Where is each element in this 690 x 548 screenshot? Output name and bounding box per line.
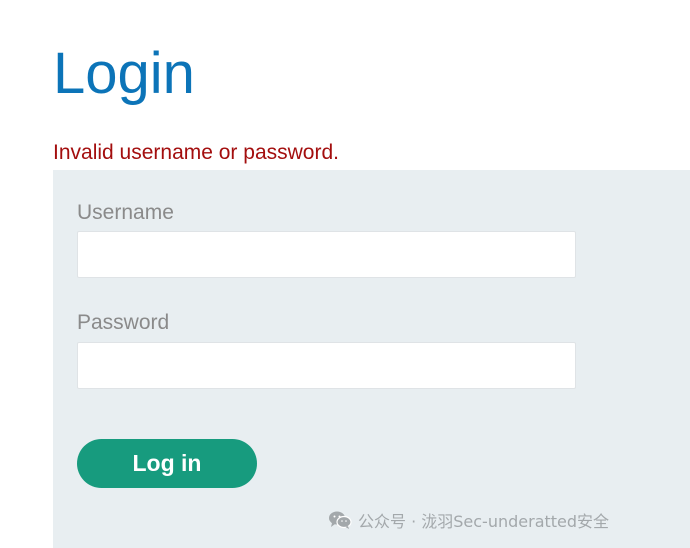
page-title: Login [53,41,195,106]
watermark-text: 公众号 · 泷羽Sec-underatted安全 [358,512,610,531]
password-label: Password [77,311,170,334]
watermark: 公众号 · 泷羽Sec-underatted安全 [328,508,609,532]
login-page: Login Invalid username or password. User… [0,0,690,548]
error-message: Invalid username or password. [53,141,339,164]
login-form: Username Password Log in [53,170,690,548]
login-button[interactable]: Log in [77,439,257,488]
wechat-icon [329,511,352,529]
password-input[interactable] [77,342,576,389]
username-label: Username [77,201,174,224]
username-input[interactable] [77,231,576,278]
